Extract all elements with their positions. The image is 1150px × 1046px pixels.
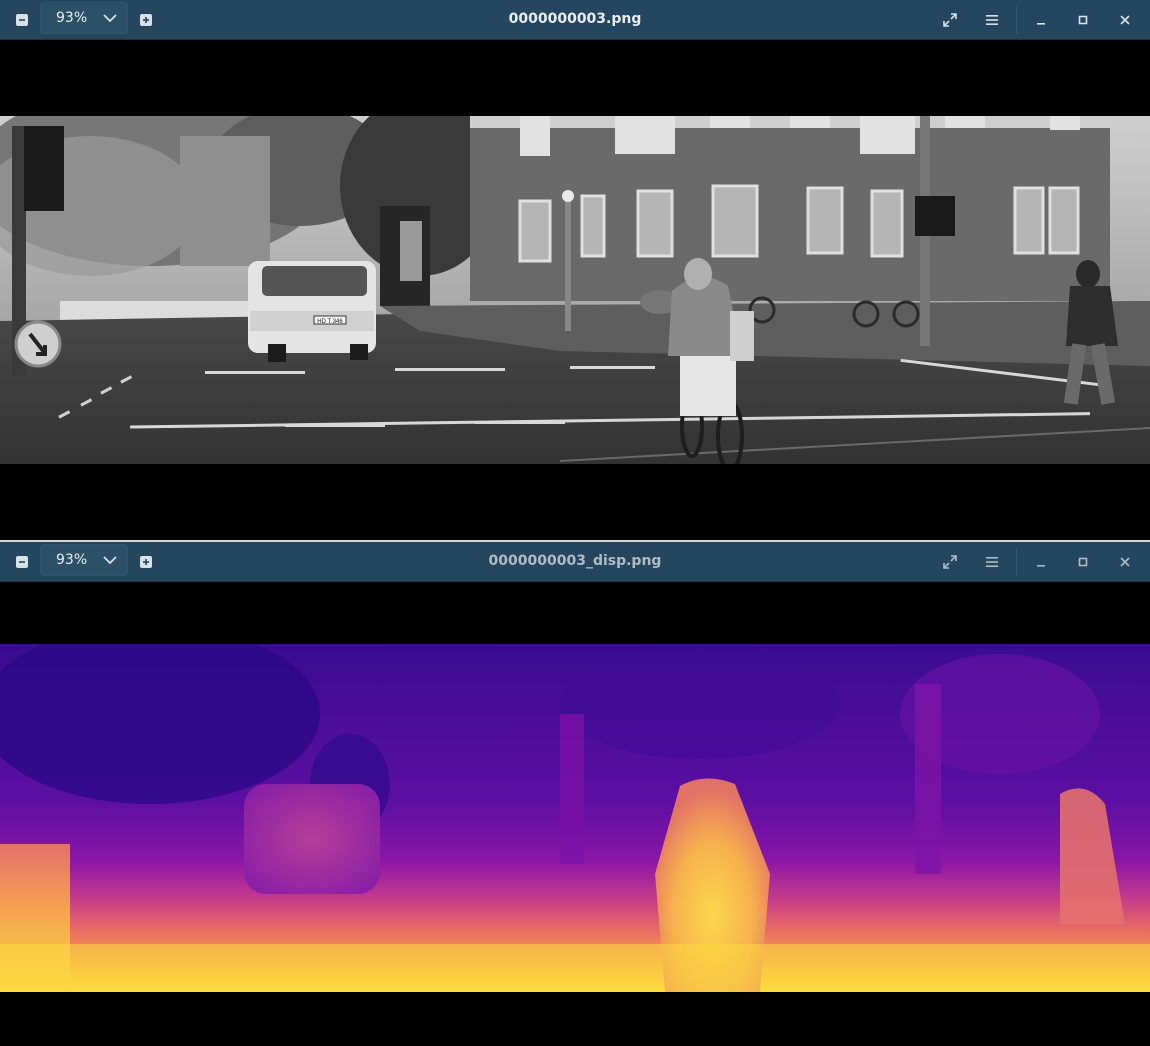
titlebar-separator: [1016, 548, 1017, 576]
zoom-in-button[interactable]: [134, 550, 158, 574]
zoom-level-value: 93%: [56, 10, 88, 26]
fullscreen-button[interactable]: [938, 8, 962, 32]
expand-arrows-icon: [943, 555, 957, 569]
chevron-down-icon: [103, 14, 117, 23]
close-icon: [1120, 15, 1130, 25]
close-icon: [1120, 557, 1130, 567]
close-button[interactable]: [1113, 8, 1137, 32]
zoom-out-button[interactable]: [10, 550, 34, 574]
hamburger-menu-icon: [986, 557, 998, 567]
chevron-down-icon: [103, 556, 117, 565]
close-button[interactable]: [1113, 550, 1137, 574]
plus-square-icon: [140, 14, 152, 26]
zoom-level-dropdown[interactable]: 93%: [40, 544, 128, 576]
expand-arrows-icon: [943, 13, 957, 27]
minimize-icon: [1037, 23, 1045, 25]
image-viewer-window-1: 93% 0000000003.png HD T 346: [0, 0, 1150, 540]
menu-button[interactable]: [980, 8, 1004, 32]
window-title: 0000000003_disp.png: [488, 553, 662, 569]
maximize-button[interactable]: [1071, 550, 1095, 574]
menu-button[interactable]: [980, 550, 1004, 574]
disparity-map: [0, 644, 1150, 992]
titlebar-separator: [1016, 6, 1017, 34]
zoom-in-button[interactable]: [134, 8, 158, 32]
minus-square-icon: [16, 556, 28, 568]
image-viewer-window-2: 93% 0000000003_disp.png: [0, 542, 1150, 1046]
minimize-button[interactable]: [1029, 8, 1053, 32]
image-canvas[interactable]: [0, 583, 1150, 1046]
maximize-icon: [1078, 557, 1088, 567]
image-canvas[interactable]: HD T 346: [0, 41, 1150, 540]
minus-square-icon: [16, 14, 28, 26]
minimize-icon: [1037, 565, 1045, 567]
street-photo: HD T 346: [0, 116, 1150, 464]
title-bar[interactable]: 93% 0000000003.png: [0, 0, 1150, 40]
title-bar[interactable]: 93% 0000000003_disp.png: [0, 542, 1150, 582]
minimize-button[interactable]: [1029, 550, 1053, 574]
maximize-icon: [1078, 15, 1088, 25]
license-plate-text: HD T 346: [317, 319, 343, 325]
zoom-level-dropdown[interactable]: 93%: [40, 2, 128, 34]
maximize-button[interactable]: [1071, 8, 1095, 32]
zoom-level-value: 93%: [56, 552, 88, 568]
hamburger-menu-icon: [986, 15, 998, 25]
window-title: 0000000003.png: [508, 11, 642, 27]
plus-square-icon: [140, 556, 152, 568]
fullscreen-button[interactable]: [938, 550, 962, 574]
zoom-out-button[interactable]: [10, 8, 34, 32]
